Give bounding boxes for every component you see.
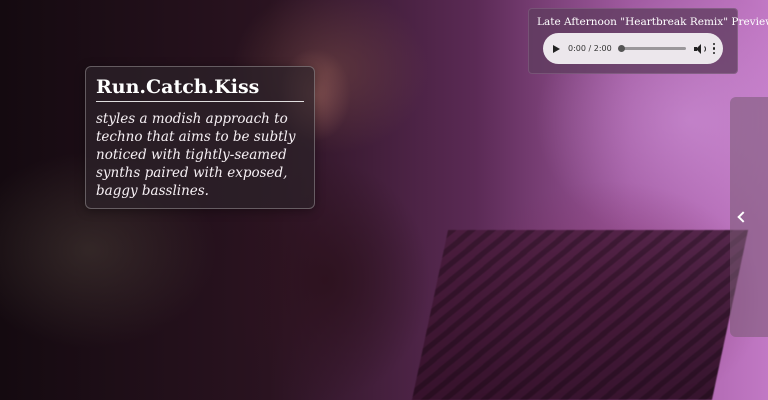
side-panel-toggle[interactable] bbox=[730, 97, 768, 337]
artist-info-card: Run.Catch.Kiss styles a modish approach … bbox=[85, 66, 315, 209]
audio-track-title: Late Afternoon "Heartbreak Remix" Previe… bbox=[537, 16, 768, 28]
artist-description: styles a modish approach to techno that … bbox=[96, 111, 296, 199]
seek-thumb[interactable] bbox=[617, 45, 625, 52]
audio-time-display: 0:00 / 2:00 bbox=[568, 44, 612, 53]
audio-preview-card: Late Afternoon "Heartbreak Remix" Previe… bbox=[528, 8, 768, 74]
audio-player[interactable]: 0:00 / 2:00 bbox=[543, 33, 723, 64]
play-icon[interactable] bbox=[553, 44, 560, 53]
more-vert-icon[interactable] bbox=[712, 42, 715, 55]
audio-seek-bar[interactable] bbox=[617, 45, 686, 52]
volume-icon[interactable] bbox=[693, 43, 706, 54]
artist-name: Run.Catch.Kiss bbox=[96, 75, 304, 102]
chevron-left-icon[interactable] bbox=[737, 211, 749, 223]
